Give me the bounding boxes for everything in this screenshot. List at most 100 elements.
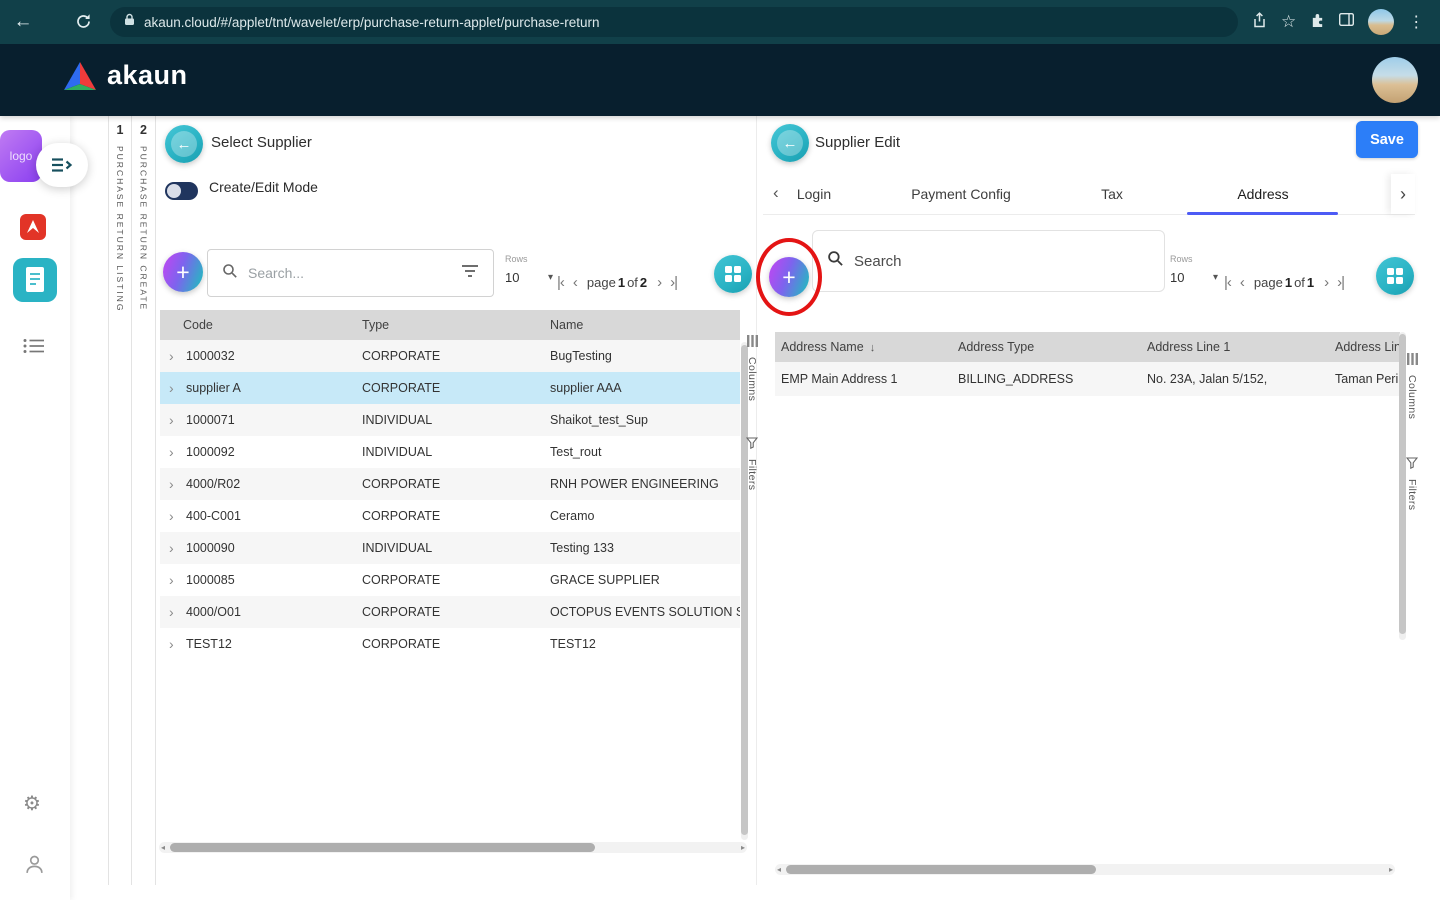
expand-chevron-icon[interactable]: ›: [160, 348, 186, 364]
last-page-button[interactable]: ›|: [1337, 274, 1345, 291]
columns-label: Columns: [746, 357, 758, 402]
akaun-triangle-icon: [64, 61, 96, 90]
expand-chevron-icon[interactable]: ›: [160, 508, 186, 524]
expand-chevron-icon[interactable]: ›: [160, 444, 186, 460]
scrollbar-thumb[interactable]: [741, 345, 748, 835]
expand-chevron-icon[interactable]: ›: [160, 604, 186, 620]
address-bar[interactable]: akaun.cloud/#/applet/tnt/wavelet/erp/pur…: [110, 7, 1238, 37]
scroll-right-icon[interactable]: ▸: [1389, 864, 1393, 875]
vertical-tab-purchase-return-listing[interactable]: 1 PURCHASE RETURN LISTING: [108, 116, 132, 885]
user-avatar[interactable]: [1372, 57, 1418, 103]
pagination: |‹ ‹ page 1 of 2 › ›|: [557, 274, 678, 291]
back-button[interactable]: ←: [165, 125, 203, 163]
scroll-right-icon[interactable]: ▸: [741, 842, 745, 853]
grid-view-button[interactable]: [714, 255, 752, 293]
next-page-button[interactable]: ›: [657, 274, 662, 291]
tab-tax[interactable]: Tax: [1092, 174, 1132, 214]
table-row[interactable]: › 1000092 INDIVIDUAL Test_rout: [160, 436, 740, 468]
last-page-button[interactable]: ›|: [670, 274, 678, 291]
column-header-address-line1[interactable]: Address Line 1: [1147, 340, 1335, 354]
table-row[interactable]: › 1000071 INDIVIDUAL Shaikot_test_Sup: [160, 404, 740, 436]
akaun-logo[interactable]: akaun: [62, 60, 188, 91]
cell-name: Shaikot_test_Sup: [550, 413, 648, 427]
expand-chevron-icon[interactable]: ›: [160, 540, 186, 556]
table-row[interactable]: › TEST12 CORPORATE TEST12: [160, 628, 740, 660]
cell-code: 4000/R02: [186, 477, 241, 491]
supplier-search-input[interactable]: [248, 265, 451, 281]
column-header-address-name[interactable]: Address Name ↓: [775, 340, 958, 354]
cell-code: 1000032: [186, 349, 235, 363]
rows-per-page-select[interactable]: 10 ▾: [1170, 270, 1218, 285]
scroll-left-icon[interactable]: ◂: [161, 842, 165, 853]
vertical-scrollbar[interactable]: [741, 342, 748, 840]
tab-login[interactable]: Login: [784, 174, 844, 214]
filter-list-icon[interactable]: [461, 264, 479, 283]
add-address-button[interactable]: +: [769, 257, 809, 297]
profile-person-icon[interactable]: [24, 854, 45, 880]
browser-reload-icon[interactable]: [66, 0, 100, 44]
share-icon[interactable]: [1252, 11, 1267, 33]
table-row[interactable]: › 1000032 CORPORATE BugTesting: [160, 340, 740, 372]
columns-side-button[interactable]: Columns: [745, 334, 759, 406]
first-page-button[interactable]: |‹: [1224, 274, 1232, 291]
scrollbar-thumb[interactable]: [170, 843, 595, 852]
red-app-icon[interactable]: [20, 214, 46, 245]
table-row[interactable]: › 1000085 CORPORATE GRACE SUPPLIER: [160, 564, 740, 596]
extensions-puzzle-icon[interactable]: [1310, 12, 1325, 32]
cell-type: CORPORATE: [362, 637, 441, 651]
browser-menu-icon[interactable]: ⋮: [1408, 12, 1424, 32]
bookmark-star-icon[interactable]: ☆: [1281, 12, 1296, 32]
tabs-scroll-right-icon[interactable]: ›: [1391, 174, 1415, 214]
next-page-button[interactable]: ›: [1324, 274, 1329, 291]
filter-funnel-icon: [745, 437, 759, 450]
create-edit-mode-toggle[interactable]: [165, 182, 198, 200]
table-row[interactable]: › 4000/O01 CORPORATE OCTOPUS EVENTS SOLUTIO…: [160, 596, 740, 628]
column-header-name[interactable]: Name: [550, 318, 740, 332]
table-row[interactable]: › 1000090 INDIVIDUAL Testing 133: [160, 532, 740, 564]
expand-chevron-icon[interactable]: ›: [160, 412, 186, 428]
save-button[interactable]: Save: [1356, 121, 1418, 158]
settings-gear-icon[interactable]: ⚙: [23, 791, 41, 816]
horizontal-scrollbar[interactable]: ◂ ▸: [159, 842, 747, 853]
scroll-left-icon[interactable]: ◂: [777, 864, 781, 875]
filters-side-button[interactable]: Filters: [745, 436, 759, 495]
horizontal-scrollbar[interactable]: ◂ ▸: [775, 864, 1395, 875]
address-search-input[interactable]: [854, 252, 1150, 270]
rows-per-page-select[interactable]: 10 ▾: [505, 270, 553, 285]
scrollbar-thumb[interactable]: [786, 865, 1096, 874]
first-page-button[interactable]: |‹: [557, 274, 565, 291]
filters-side-button[interactable]: Filters: [1405, 456, 1419, 515]
side-panel-icon[interactable]: [1339, 12, 1355, 31]
table-row[interactable]: › 4000/R02 CORPORATE RNH POWER ENGINEERING: [160, 468, 740, 500]
expand-chevron-icon[interactable]: ›: [160, 380, 186, 396]
table-row-selected[interactable]: › supplier A CORPORATE supplier AAA: [160, 372, 740, 404]
tab-address[interactable]: Address: [1203, 174, 1323, 214]
table-row[interactable]: EMP Main Address 1 BILLING_ADDRESS No. 2…: [775, 362, 1400, 396]
back-arrow-icon: ←: [777, 130, 803, 156]
tab-payment-config[interactable]: Payment Config: [901, 174, 1021, 214]
receipt-applet-icon[interactable]: [13, 258, 57, 307]
expand-chevron-icon[interactable]: ›: [160, 572, 186, 588]
tenant-logo-placeholder[interactable]: logo: [0, 130, 42, 182]
tabs-scroll-left-icon[interactable]: ‹: [773, 183, 779, 203]
column-header-code[interactable]: Code: [160, 318, 362, 332]
prev-page-button[interactable]: ‹: [573, 274, 578, 291]
expand-chevron-icon[interactable]: ›: [160, 636, 186, 652]
column-header-address-line2[interactable]: Address Lin: [1335, 340, 1400, 354]
back-button[interactable]: ←: [771, 124, 809, 162]
back-arrow-icon: ←: [171, 131, 197, 157]
cell-name: Test_rout: [550, 445, 602, 459]
grid-view-button[interactable]: [1376, 257, 1414, 295]
column-header-type[interactable]: Type: [362, 318, 550, 332]
prev-page-button[interactable]: ‹: [1240, 274, 1245, 291]
column-header-address-type[interactable]: Address Type: [958, 340, 1147, 354]
columns-side-button[interactable]: Columns: [1405, 352, 1419, 424]
table-row[interactable]: › 400-C001 CORPORATE Ceramo: [160, 500, 740, 532]
vertical-tab-purchase-return-create[interactable]: 2 PURCHASE RETURN CREATE: [132, 116, 156, 885]
browser-profile-avatar[interactable]: [1368, 9, 1395, 35]
list-menu-icon[interactable]: [23, 338, 45, 359]
browser-back-icon[interactable]: ←: [6, 0, 40, 44]
expand-chevron-icon[interactable]: ›: [160, 476, 186, 492]
sidebar-expand-button[interactable]: [36, 143, 88, 187]
add-supplier-button[interactable]: +: [163, 252, 203, 292]
